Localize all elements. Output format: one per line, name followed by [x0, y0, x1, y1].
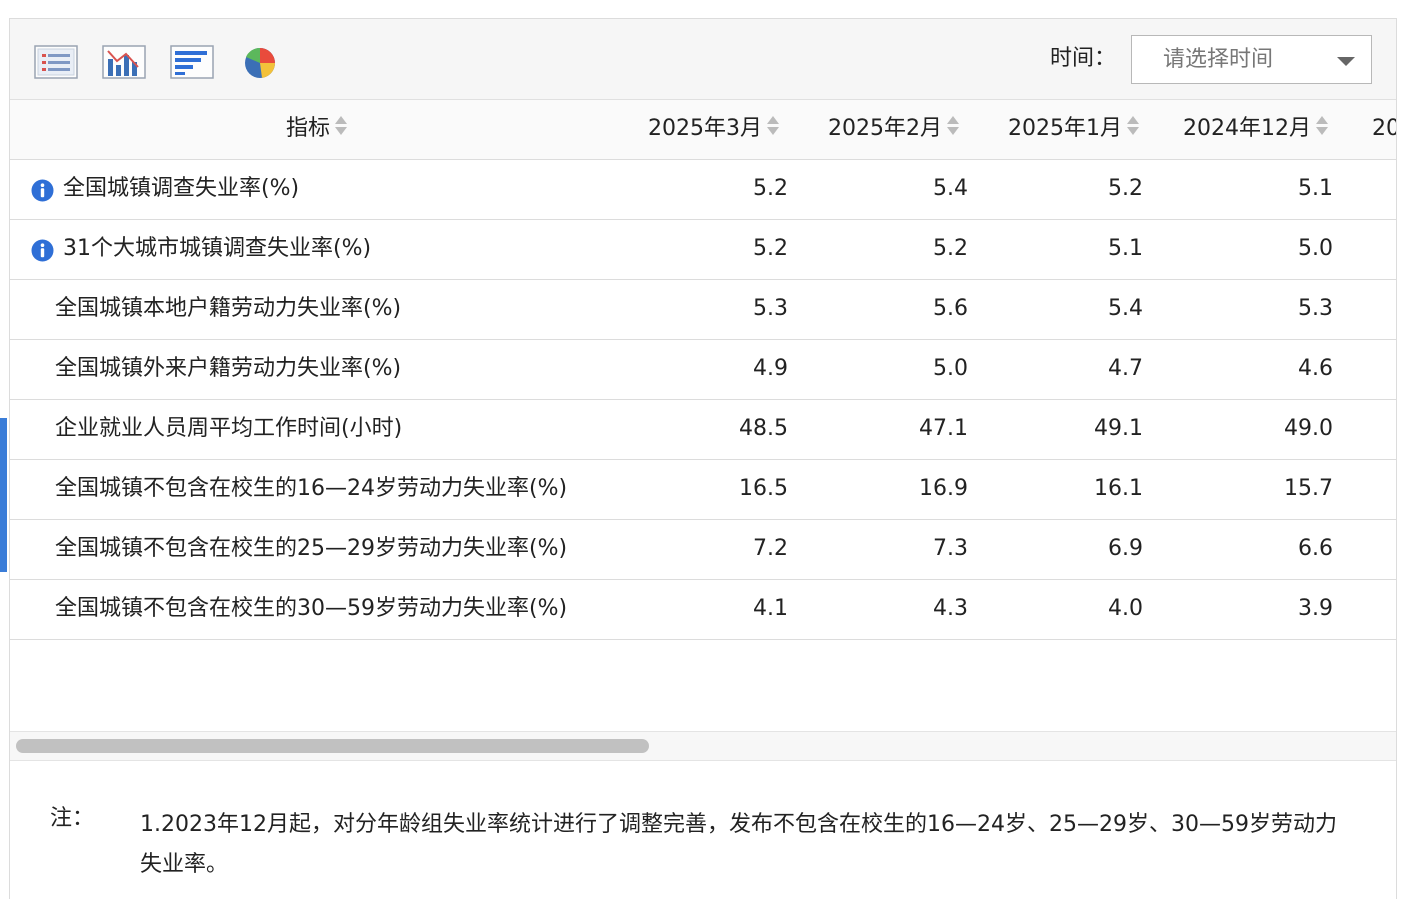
table-row: 全国城镇调查失业率(%) 5.2 5.4 5.2 5.1: [10, 160, 1396, 220]
table-cell-value: 5.2: [753, 176, 788, 201]
table-header: 指标 2025年3月 2025年2月 2025年1月 2024年12月 20: [10, 100, 1396, 160]
sort-icon[interactable]: [946, 115, 960, 137]
table-cell-value: 5.0: [933, 356, 968, 381]
table-cell-value: 4.7: [1108, 356, 1143, 381]
table-cell-value: 5.2: [753, 236, 788, 261]
side-feedback-tab[interactable]: [0, 418, 7, 572]
time-label: 时间：: [1050, 46, 1117, 71]
horizontal-bar-chart-icon[interactable]: [170, 45, 214, 79]
column-header-2024-12[interactable]: 2024年12月: [1183, 115, 1329, 143]
column-header-2025-01[interactable]: 2025年1月: [1008, 115, 1140, 143]
column-header-indicator[interactable]: 指标: [286, 115, 348, 143]
table-cell-value: 4.6: [1298, 356, 1333, 381]
info-icon[interactable]: [31, 239, 54, 262]
table-cell-value: 7.3: [933, 536, 968, 561]
column-header-label: 2025年3月: [648, 116, 762, 141]
table-cell-value: 3.9: [1298, 596, 1333, 621]
table-cell-value: 6.9: [1108, 536, 1143, 561]
indicator-name: 企业就业人员周平均工作时间(小时): [55, 416, 403, 441]
table-row: 企业就业人员周平均工作时间(小时) 48.5 47.1 49.1 49.0: [10, 400, 1396, 460]
sort-icon[interactable]: [1315, 115, 1329, 137]
column-header-next[interactable]: 20: [1372, 115, 1396, 143]
horizontal-scrollbar-thumb[interactable]: [16, 739, 649, 753]
indicator-name: 全国城镇不包含在校生的30—59岁劳动力失业率(%): [55, 596, 568, 621]
table-view-icon[interactable]: [34, 45, 78, 79]
info-icon[interactable]: [31, 179, 54, 202]
data-table-panel: 时间： 请选择时间 指标 2025年3月 2025年2月 2025年1月 202…: [9, 18, 1397, 899]
column-header-label: 20: [1372, 116, 1396, 141]
table-row: 全国城镇不包含在校生的16—24岁劳动力失业率(%) 16.5 16.9 16.1 15…: [10, 460, 1396, 520]
table-cell-value: 49.1: [1094, 416, 1143, 441]
sort-icon[interactable]: [766, 115, 780, 137]
toolbar: 时间： 请选择时间: [10, 19, 1396, 100]
table-cell-value: 5.1: [1108, 236, 1143, 261]
table-cell-value: 5.6: [933, 296, 968, 321]
table-cell-value: 4.1: [753, 596, 788, 621]
table-row: 全国城镇不包含在校生的25—29岁劳动力失业率(%) 7.2 7.3 6.9 6.6: [10, 520, 1396, 580]
table-row: 全国城镇本地户籍劳动力失业率(%) 5.3 5.6 5.4 5.3: [10, 280, 1396, 340]
indicator-name: 全国城镇不包含在校生的16—24岁劳动力失业率(%): [55, 476, 568, 501]
indicator-name: 全国城镇本地户籍劳动力失业率(%): [55, 296, 402, 321]
time-select-placeholder: 请选择时间: [1163, 47, 1274, 72]
table-cell-value: 48.5: [739, 416, 788, 441]
table-row: 全国城镇不包含在校生的30—59岁劳动力失业率(%) 4.1 4.3 4.0 3.9: [10, 580, 1396, 640]
table-cell-value: 5.2: [1108, 176, 1143, 201]
table-cell-value: 49.0: [1284, 416, 1333, 441]
indicator-name: 31个大城市城镇调查失业率(%): [63, 236, 372, 261]
sort-icon[interactable]: [334, 115, 348, 137]
table-cell-value: 4.0: [1108, 596, 1143, 621]
column-header-label: 2025年2月: [828, 116, 942, 141]
chevron-down-icon: [1337, 57, 1355, 66]
table-cell-value: 5.3: [753, 296, 788, 321]
table-cell-value: 16.1: [1094, 476, 1143, 501]
table-row: 全国城镇外来户籍劳动力失业率(%) 4.9 5.0 4.7 4.6: [10, 340, 1396, 400]
column-header-2025-02[interactable]: 2025年2月: [828, 115, 960, 143]
pie-chart-icon[interactable]: [238, 45, 282, 79]
note-text: 1.2023年12月起，对分年龄组失业率统计进行了调整完善，发布不包含在校生的1…: [140, 812, 1337, 877]
table-cell-value: 16.9: [919, 476, 968, 501]
indicator-name: 全国城镇调查失业率(%): [63, 176, 300, 201]
table-cell-value: 5.2: [933, 236, 968, 261]
column-header-2025-03[interactable]: 2025年3月: [648, 115, 780, 143]
table-cell-value: 5.3: [1298, 296, 1333, 321]
table-cell-value: 47.1: [919, 416, 968, 441]
horizontal-scrollbar[interactable]: [10, 731, 1396, 761]
table-cell-value: 7.2: [753, 536, 788, 561]
table-row: 31个大城市城镇调查失业率(%) 5.2 5.2 5.1 5.0: [10, 220, 1396, 280]
table-cell-value: 5.4: [933, 176, 968, 201]
table-cell-value: 5.4: [1108, 296, 1143, 321]
table-cell-value: 6.6: [1298, 536, 1333, 561]
column-header-label: 2024年12月: [1183, 116, 1311, 141]
indicator-name: 全国城镇不包含在校生的25—29岁劳动力失业率(%): [55, 536, 568, 561]
note-label: 注：: [50, 806, 95, 831]
indicator-name: 全国城镇外来户籍劳动力失业率(%): [55, 356, 402, 381]
table-cell-value: 5.0: [1298, 236, 1333, 261]
column-header-label: 2025年1月: [1008, 116, 1122, 141]
time-select[interactable]: 请选择时间: [1131, 35, 1372, 84]
table-cell-value: 15.7: [1284, 476, 1333, 501]
bar-line-chart-icon[interactable]: [102, 45, 146, 79]
table-cell-value: 4.3: [933, 596, 968, 621]
table-cell-value: 16.5: [739, 476, 788, 501]
table-cell-value: 5.1: [1298, 176, 1333, 201]
table-cell-value: 4.9: [753, 356, 788, 381]
sort-icon[interactable]: [1126, 115, 1140, 137]
column-header-label: 指标: [286, 116, 331, 141]
